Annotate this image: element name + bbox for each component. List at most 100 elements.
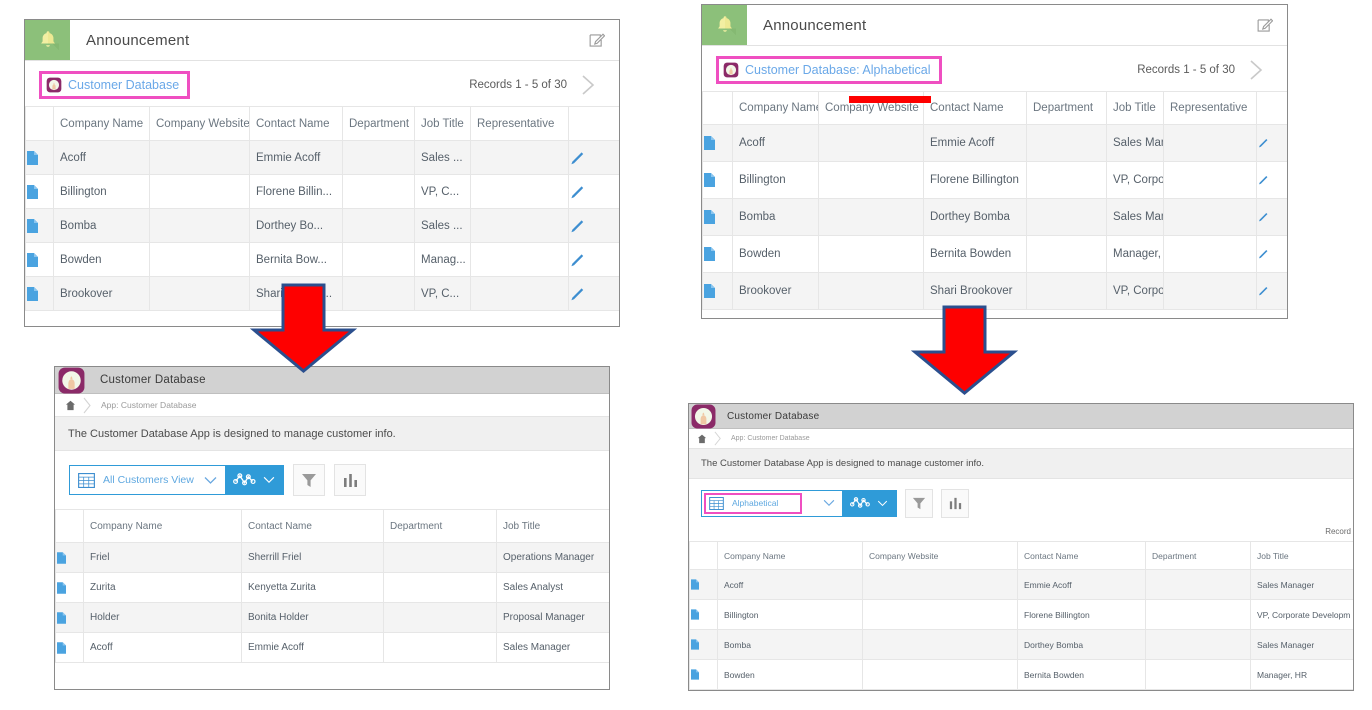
row-doc-icon-cell[interactable]	[703, 273, 733, 310]
table-row[interactable]: Bomba Dorthey Bomba Sales Mana	[703, 199, 1288, 236]
table-row[interactable]: Brookover Shari Brookover VP, Corpor	[703, 273, 1288, 310]
col-header-company-name[interactable]: Company Name	[54, 107, 150, 141]
chart-view-button[interactable]	[842, 491, 896, 516]
row-doc-icon-cell[interactable]	[26, 277, 54, 311]
view-selector[interactable]: All Customers View	[69, 465, 284, 495]
row-edit-button[interactable]	[1257, 125, 1288, 162]
row-edit-button[interactable]	[569, 277, 620, 311]
row-doc-icon-cell[interactable]	[56, 543, 84, 573]
row-doc-icon-cell[interactable]	[703, 162, 733, 199]
app-link-highlight[interactable]: Customer Database: Alphabetical	[716, 56, 942, 84]
row-doc-icon-cell[interactable]	[56, 573, 84, 603]
chart-view-button[interactable]	[225, 466, 283, 494]
row-edit-button[interactable]	[1257, 199, 1288, 236]
row-doc-icon-cell[interactable]	[56, 603, 84, 633]
row-doc-icon-cell[interactable]	[26, 209, 54, 243]
row-edit-button[interactable]	[569, 209, 620, 243]
edit-square-pencil-icon[interactable]	[574, 20, 619, 60]
row-doc-icon-cell[interactable]	[690, 660, 718, 690]
chart-button[interactable]	[941, 489, 969, 518]
table-row[interactable]: Holder Bonita Holder Proposal Manager	[56, 603, 611, 633]
col-header-contact-name[interactable]: Contact Name	[924, 92, 1027, 125]
row-doc-icon-cell[interactable]	[26, 243, 54, 277]
col-header-job-title[interactable]: Job Title	[1251, 542, 1355, 570]
col-header-department[interactable]: Department	[1146, 542, 1251, 570]
table-row[interactable]: Billington Florene Billington VP, Corpor	[703, 162, 1288, 199]
row-edit-button[interactable]	[1257, 162, 1288, 199]
app-link-label[interactable]: Customer Database	[68, 78, 179, 92]
col-header-contact-name[interactable]: Contact Name	[250, 107, 343, 141]
table-row[interactable]: Billington Florene Billin... VP, C...	[26, 175, 620, 209]
row-edit-button[interactable]	[569, 141, 620, 175]
breadcrumb-label[interactable]: App: Customer Database	[731, 435, 810, 442]
chevron-right-icon[interactable]	[1245, 56, 1267, 84]
col-header-contact-name[interactable]: Contact Name	[1018, 542, 1146, 570]
row-doc-icon-cell[interactable]	[690, 570, 718, 600]
cell-contact-name: Florene Billington	[924, 162, 1027, 199]
row-edit-button[interactable]	[569, 243, 620, 277]
row-doc-icon-cell[interactable]	[703, 125, 733, 162]
chevron-down-icon[interactable]	[204, 476, 217, 485]
col-header-department[interactable]: Department	[384, 510, 497, 543]
col-header-representative[interactable]: Representative	[1164, 92, 1257, 125]
table-row[interactable]: Friel Sherrill Friel Operations Manager	[56, 543, 611, 573]
view-selector-label[interactable]: All Customers View	[103, 474, 194, 486]
col-header-department[interactable]: Department	[1027, 92, 1107, 125]
table-row[interactable]: Acoff Emmie Acoff Sales Manager	[690, 570, 1355, 600]
row-doc-icon-cell[interactable]	[690, 630, 718, 660]
row-edit-button[interactable]	[1257, 236, 1288, 273]
table-row[interactable]: Zurita Kenyetta Zurita Sales Analyst	[56, 573, 611, 603]
view-combo[interactable]: Alphabetical	[702, 491, 842, 516]
table-row[interactable]: Bomba Dorthey Bomba Sales Manager	[690, 630, 1355, 660]
col-header-select[interactable]	[56, 510, 84, 543]
row-edit-button[interactable]	[1257, 273, 1288, 310]
table-row[interactable]: Billington Florene Billington VP, Corpor…	[690, 600, 1355, 630]
row-doc-icon-cell[interactable]	[56, 633, 84, 663]
breadcrumb-label[interactable]: App: Customer Database	[101, 400, 196, 410]
row-doc-icon-cell[interactable]	[26, 175, 54, 209]
col-header-job-title[interactable]: Job Title	[415, 107, 471, 141]
filter-button[interactable]	[905, 489, 933, 518]
col-header-contact-name[interactable]: Contact Name	[242, 510, 384, 543]
col-header-representative[interactable]: Representative	[471, 107, 569, 141]
row-doc-icon-cell[interactable]	[703, 236, 733, 273]
row-doc-icon-cell[interactable]	[690, 600, 718, 630]
table-row[interactable]: Bowden Bernita Bow... Manag...	[26, 243, 620, 277]
col-header-select[interactable]	[703, 92, 733, 125]
app-link-highlight[interactable]: Customer Database	[39, 71, 190, 99]
row-doc-icon-cell[interactable]	[703, 199, 733, 236]
table-row[interactable]: Acoff Emmie Acoff Sales Mana	[703, 125, 1288, 162]
cell-contact-name: Dorthey Bomba	[924, 199, 1027, 236]
col-header-department[interactable]: Department	[343, 107, 415, 141]
chart-button[interactable]	[334, 464, 366, 496]
view-selector-label[interactable]: Alphabetical	[732, 498, 778, 508]
col-header-company-website[interactable]: Company Website	[863, 542, 1018, 570]
col-header-company-website[interactable]: Company Website	[150, 107, 250, 141]
col-header-job-title[interactable]: Job Title	[497, 510, 611, 543]
chevron-right-icon[interactable]	[577, 71, 599, 99]
table-row[interactable]: Bowden Bernita Bowden Manager, H	[703, 236, 1288, 273]
table-row[interactable]: Acoff Emmie Acoff Sales ...	[26, 141, 620, 175]
view-combo[interactable]: All Customers View	[70, 466, 225, 494]
home-icon[interactable]	[65, 400, 76, 411]
col-header-select[interactable]	[26, 107, 54, 141]
table-row[interactable]: Acoff Emmie Acoff Sales Manager	[56, 633, 611, 663]
table-row[interactable]: Bomba Dorthey Bo... Sales ...	[26, 209, 620, 243]
col-header-select[interactable]	[690, 542, 718, 570]
filter-button[interactable]	[293, 464, 325, 496]
col-header-company-name[interactable]: Company Name	[84, 510, 242, 543]
row-edit-button[interactable]	[569, 175, 620, 209]
chevron-down-icon[interactable]	[877, 500, 888, 507]
col-header-job-title[interactable]: Job Title	[1107, 92, 1164, 125]
edit-square-pencil-icon[interactable]	[1242, 5, 1287, 45]
row-doc-icon-cell[interactable]	[26, 141, 54, 175]
table-row[interactable]: Bowden Bernita Bowden Manager, HR	[690, 660, 1355, 690]
app-link-label[interactable]: Customer Database: Alphabetical	[745, 63, 931, 77]
chevron-down-icon[interactable]	[263, 476, 275, 484]
home-icon[interactable]	[697, 434, 707, 444]
cell-company-website	[819, 125, 924, 162]
col-header-company-name[interactable]: Company Name	[718, 542, 863, 570]
chevron-down-icon[interactable]	[823, 499, 835, 507]
view-selector[interactable]: Alphabetical	[701, 490, 897, 517]
col-header-company-name[interactable]: Company Name	[733, 92, 819, 125]
